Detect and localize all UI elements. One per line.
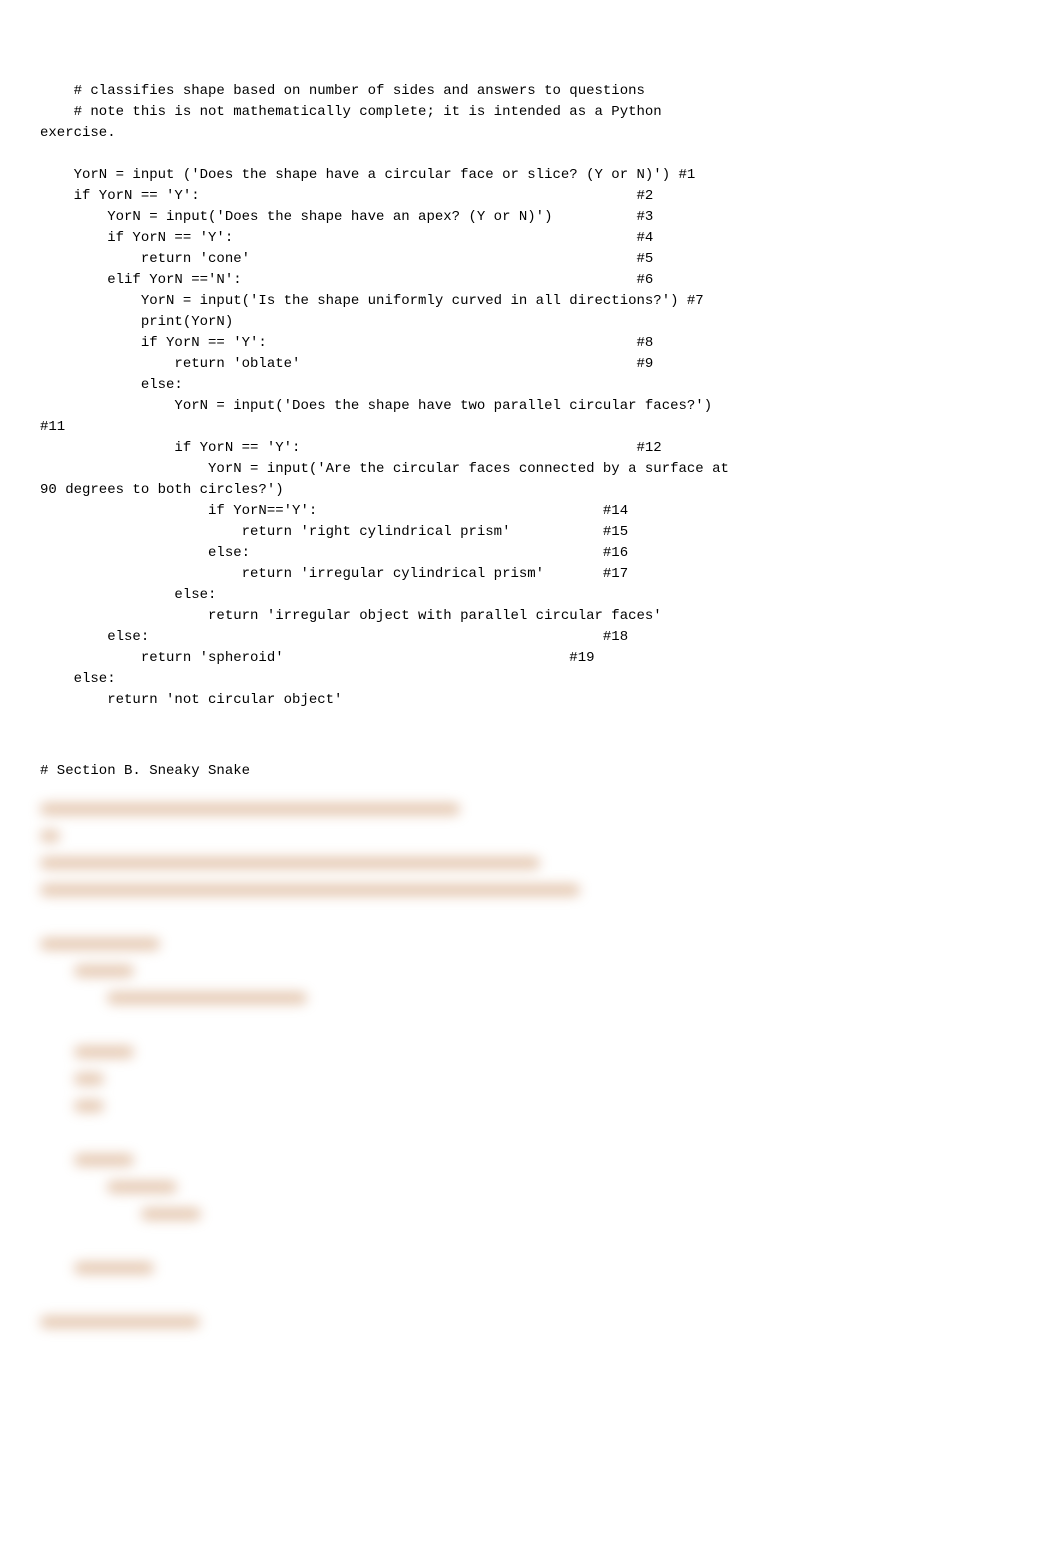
code-line: return 'irregular object with parallel c… (40, 608, 662, 624)
code-line: return 'spheroid' #19 (40, 650, 595, 666)
code-line: if YorN=='Y': #14 (40, 503, 628, 519)
code-line: return 'not circular object' (40, 692, 342, 708)
section-b-heading: # Section B. Sneaky Snake (40, 761, 1022, 782)
code-line: # classifies shape based on number of si… (40, 83, 645, 99)
code-line: return 'oblate' #9 (40, 356, 653, 372)
code-line: print(YorN) (40, 314, 233, 330)
code-line: YorN = input('Is the shape uniformly cur… (40, 293, 704, 309)
code-line: elif YorN =='N': #6 (40, 272, 653, 288)
code-line: if YorN == 'Y': #12 (40, 440, 662, 456)
code-line: # note this is not mathematically comple… (40, 104, 662, 120)
code-line: else: (40, 671, 116, 687)
code-line: exercise. (40, 125, 116, 141)
code-line: return 'right cylindrical prism' #15 (40, 524, 628, 540)
code-line: YorN = input('Are the circular faces con… (40, 461, 729, 477)
code-line: #11 (40, 419, 65, 435)
code-line: YorN = input('Does the shape have an ape… (40, 209, 653, 225)
code-block: # classifies shape based on number of si… (40, 60, 1022, 711)
code-line: else: (40, 377, 183, 393)
code-line: YorN = input('Does the shape have two pa… (40, 398, 712, 414)
code-line: else: #16 (40, 545, 628, 561)
code-line: if YorN == 'Y': #4 (40, 230, 653, 246)
code-line: else: #18 (40, 629, 628, 645)
code-line: if YorN == 'Y': #8 (40, 335, 653, 351)
code-line: if YorN == 'Y': #2 (40, 188, 653, 204)
code-line: return 'irregular cylindrical prism' #17 (40, 566, 628, 582)
code-line: YorN = input ('Does the shape have a cir… (40, 167, 695, 183)
code-line: 90 degrees to both circles?') (40, 482, 284, 498)
code-line: return 'cone' #5 (40, 251, 653, 267)
blurred-hidden-content (40, 802, 1022, 1336)
code-line: else: (40, 587, 216, 603)
